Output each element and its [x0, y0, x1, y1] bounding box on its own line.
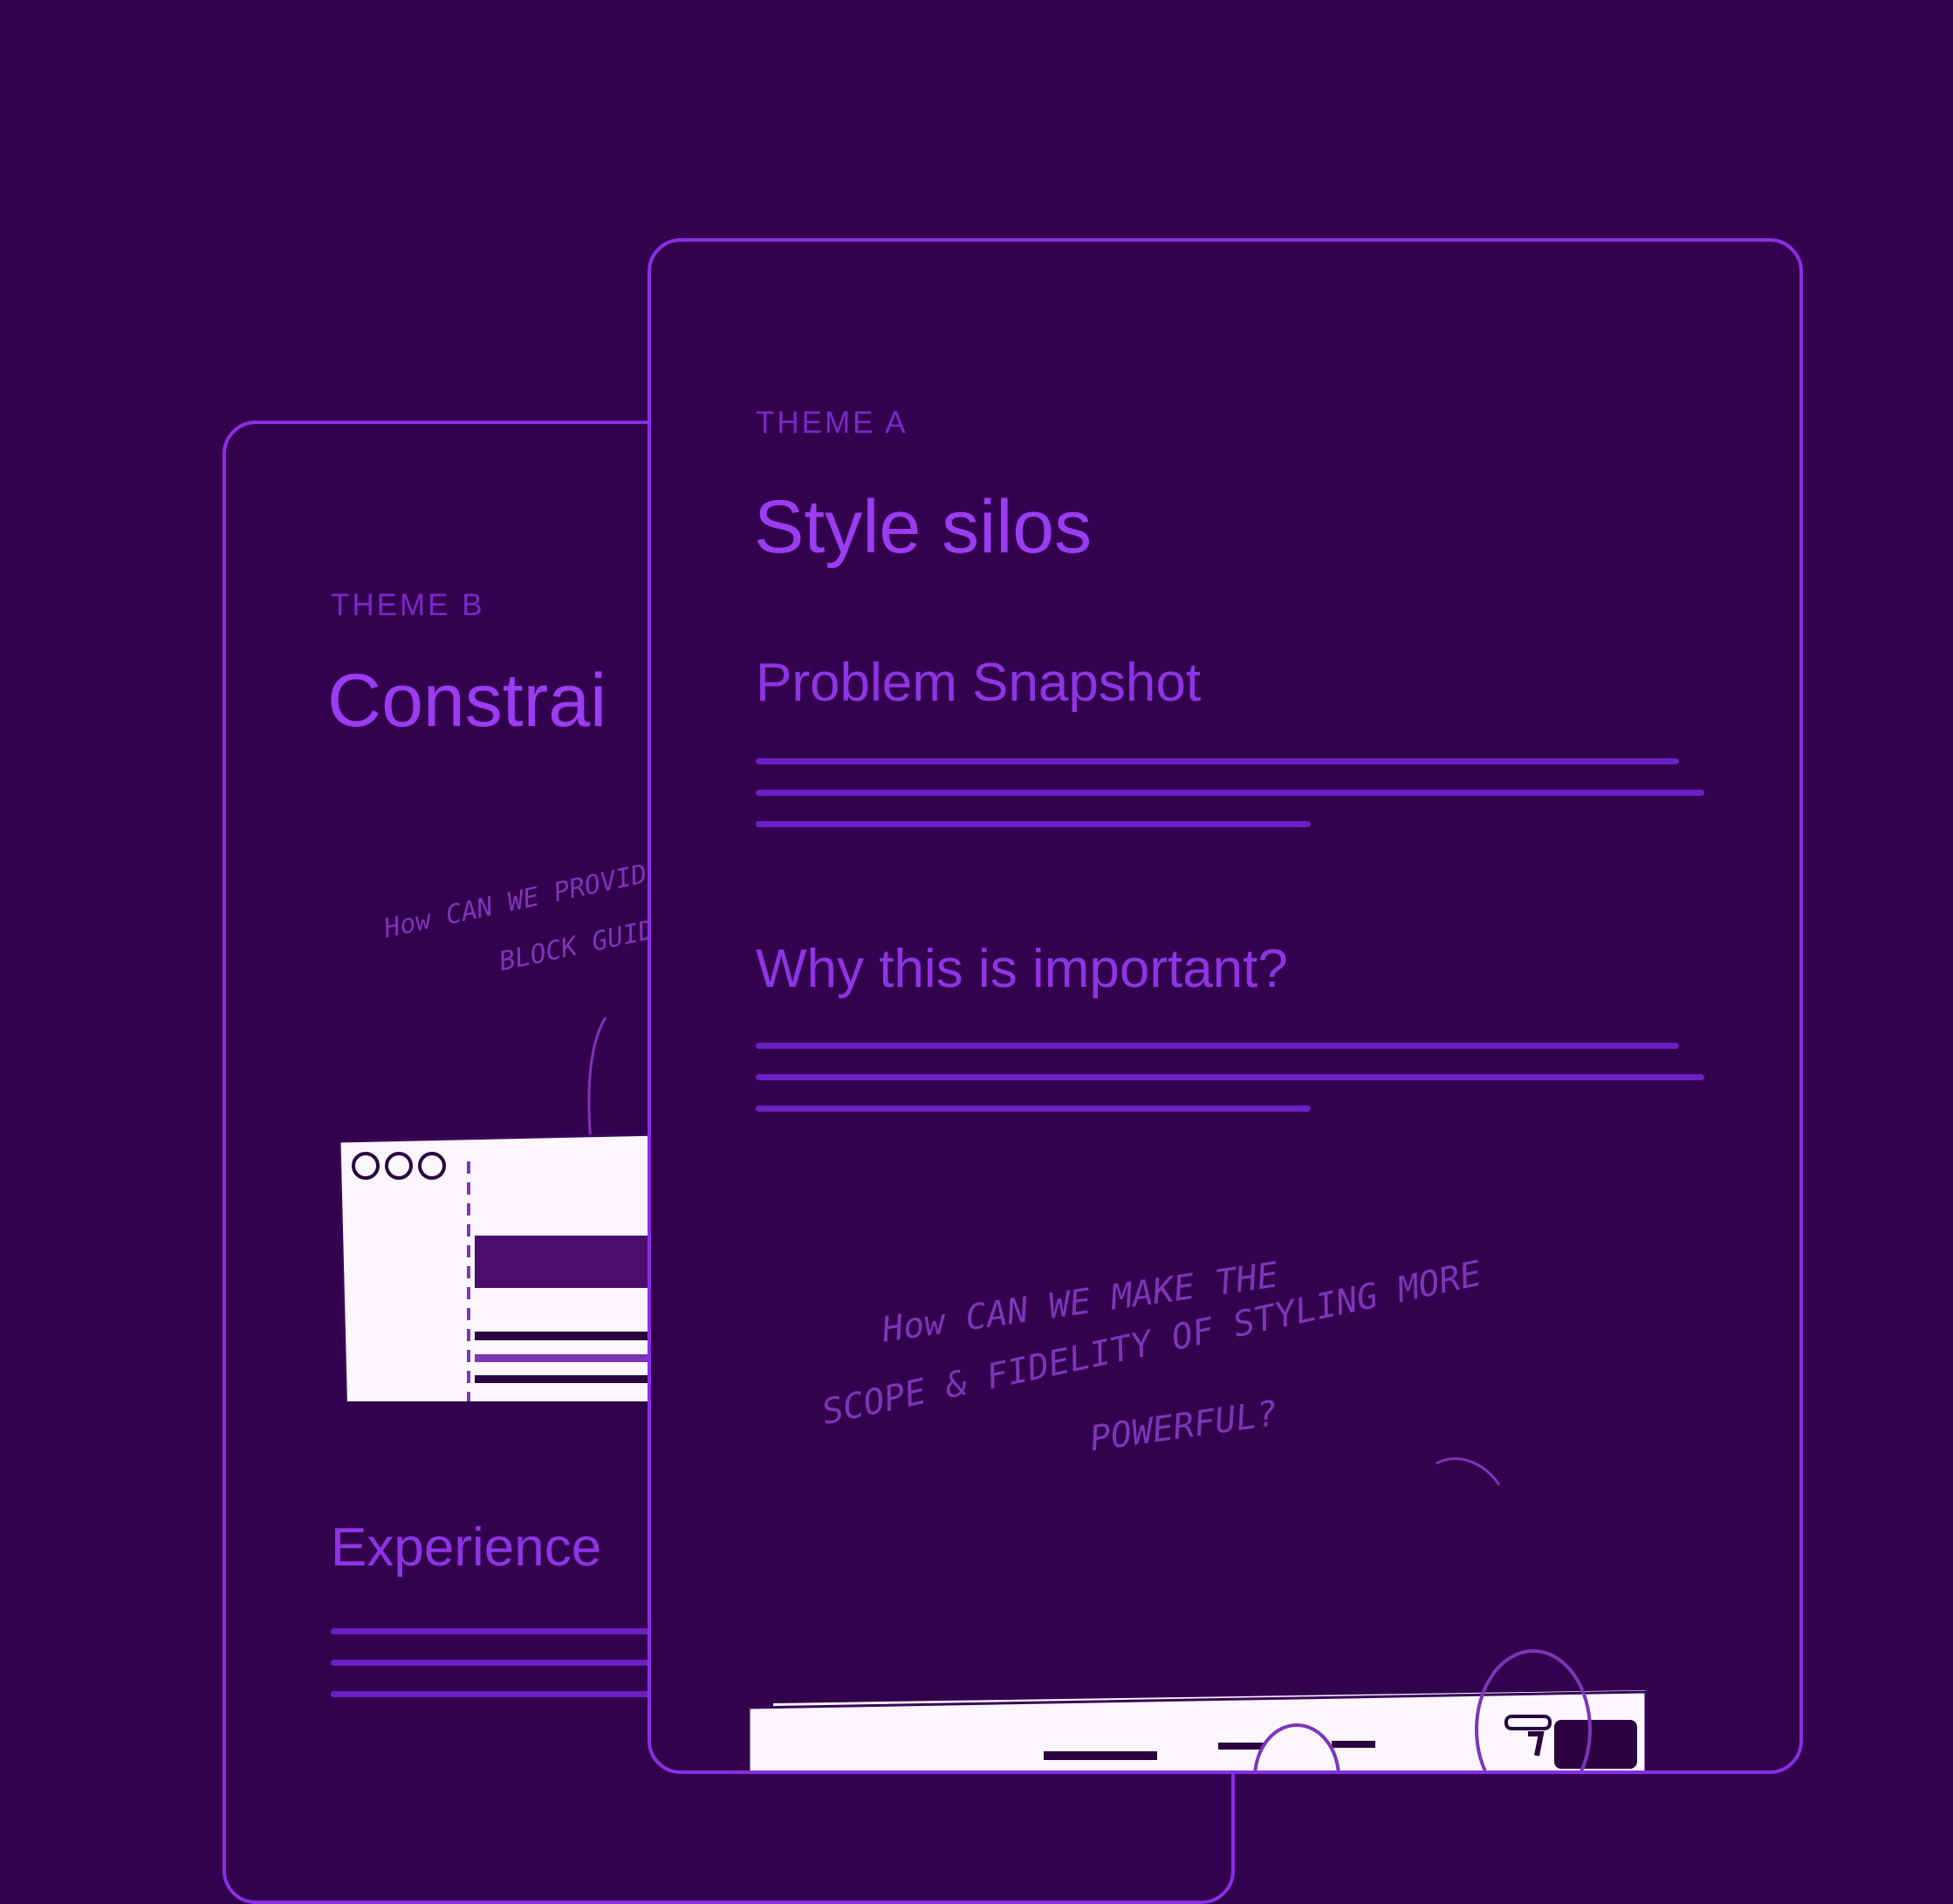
- why-important-heading: Why this is important?: [756, 939, 1288, 999]
- theme-a-eyebrow: THEME A: [756, 406, 908, 440]
- problem-snapshot-heading: Problem Snapshot: [756, 653, 1202, 713]
- problem-text-line-1: [756, 758, 1679, 764]
- theme-a-card[interactable]: THEME A Style silos Problem Snapshot Why…: [648, 238, 1803, 1774]
- why-text-line-2: [756, 1074, 1704, 1080]
- theme-b-title: Constrai: [327, 659, 607, 743]
- why-text-line-1: [756, 1043, 1679, 1049]
- theme-a-wireframe-sketch: [747, 1457, 1648, 1770]
- theme-b-section-heading: Experience: [331, 1517, 602, 1578]
- theme-a-title: Style silos: [754, 485, 1093, 569]
- problem-text-line-3: [756, 821, 1311, 827]
- theme-b-eyebrow: THEME B: [331, 588, 485, 622]
- why-text-line-3: [756, 1106, 1311, 1112]
- problem-text-line-2: [756, 790, 1704, 796]
